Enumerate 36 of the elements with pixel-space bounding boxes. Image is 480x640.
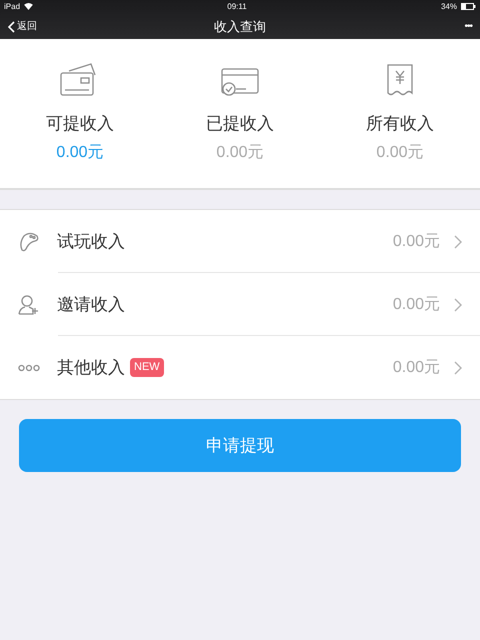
summary-label: 所有收入 <box>366 113 434 135</box>
more-button[interactable]: ••• <box>464 19 472 34</box>
income-row[interactable]: 其他收入 NEW 0.00元 <box>0 336 480 399</box>
row-amount: 0.00元 <box>392 358 440 378</box>
row-label: 邀请收入 <box>57 294 125 316</box>
summary-label: 可提收入 <box>46 113 114 135</box>
receipt-icon <box>386 63 414 97</box>
chevron-right-icon <box>454 298 462 312</box>
income-row[interactable]: 邀请收入 0.00元 <box>0 273 480 336</box>
income-summary[interactable]: 已提收入 0.00元 <box>160 39 320 188</box>
battery-percent: 34% <box>440 0 457 12</box>
wifi-icon <box>24 3 34 10</box>
summary-amount: 0.00元 <box>216 142 264 162</box>
chevron-left-icon <box>8 20 15 32</box>
add-user-icon <box>18 294 40 316</box>
clock: 09:11 <box>227 0 247 12</box>
row-amount: 0.00元 <box>392 294 440 314</box>
chevron-right-icon <box>454 234 462 248</box>
gamepad-icon <box>18 230 40 252</box>
card-check-icon <box>220 67 260 97</box>
income-row[interactable]: 试玩收入 0.00元 <box>0 210 480 273</box>
row-amount: 0.00元 <box>392 232 440 252</box>
new-badge: NEW <box>130 358 164 377</box>
back-button[interactable]: 返回 <box>8 19 37 34</box>
more-icon <box>18 364 40 372</box>
page-title: 收入查询 <box>214 18 266 36</box>
income-summary[interactable]: 所有收入 0.00元 <box>320 39 480 188</box>
chevron-right-icon <box>454 360 462 374</box>
device-name: iPad <box>4 0 20 12</box>
row-label: 试玩收入 <box>57 230 125 253</box>
row-label: 其他收入 <box>57 356 125 379</box>
battery-icon <box>461 3 476 10</box>
summary-amount: 0.00元 <box>376 142 424 162</box>
summary-label: 已提收入 <box>206 113 274 135</box>
income-summary[interactable]: 可提收入 0.00元 <box>0 39 160 188</box>
summary-amount: 0.00元 <box>56 142 104 162</box>
